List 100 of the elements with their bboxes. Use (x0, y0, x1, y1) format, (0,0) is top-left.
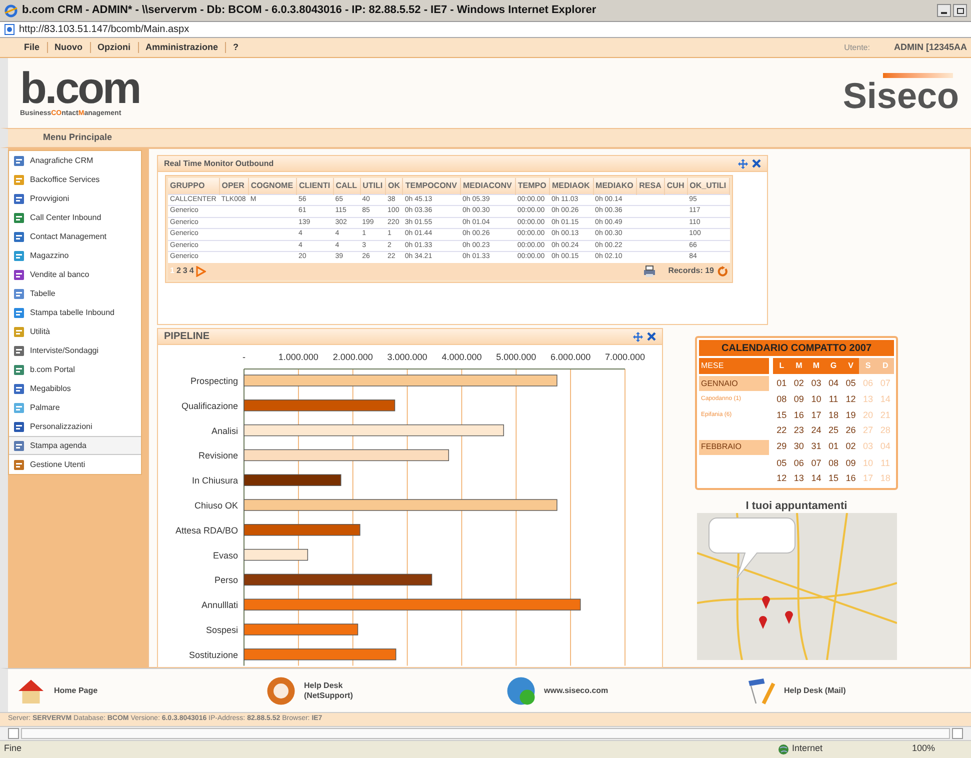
calendar-day[interactable]: 13 (790, 472, 808, 486)
column-header[interactable]: RESA (636, 178, 664, 194)
calendar-day[interactable]: 07 (808, 456, 825, 470)
calendar-day[interactable]: 30 (790, 440, 808, 454)
move-icon[interactable] (633, 332, 643, 342)
sidebar-item[interactable]: b.com Portal (9, 360, 141, 379)
page-link[interactable]: 2 (176, 265, 181, 277)
column-header[interactable]: OK (386, 178, 403, 194)
page-link[interactable]: 3 (182, 265, 188, 277)
app-icon (13, 326, 25, 338)
close-icon[interactable] (752, 159, 761, 168)
column-header[interactable]: COGNOME (248, 178, 296, 194)
sidebar-item[interactable]: Call Center Inbound (9, 208, 141, 227)
column-header[interactable]: GRUPPO (168, 178, 220, 194)
calendar-day[interactable]: 19 (842, 408, 860, 422)
calendar-day[interactable]: 29 (773, 440, 790, 454)
calendar-day[interactable]: 04 (824, 376, 842, 390)
calendar-day[interactable]: 25 (824, 424, 842, 438)
category-label: Sospesi (206, 625, 238, 635)
sidebar-item[interactable]: Gestione Utenti (9, 455, 141, 474)
move-icon[interactable] (738, 158, 748, 168)
calendar-day[interactable]: 15 (824, 472, 842, 486)
footer-link[interactable]: Help Desk (Mail) (746, 676, 963, 706)
sidebar-item[interactable]: Personalizzazioni (9, 417, 141, 436)
menu-item[interactable]: File (24, 40, 40, 54)
calendar-day[interactable]: 05 (773, 456, 790, 470)
weekday-header: G (824, 358, 842, 374)
column-header[interactable]: UTILI (360, 178, 386, 194)
panel-title: Real Time Monitor Outbound (164, 158, 274, 170)
sidebar-item[interactable]: Magazzino (9, 246, 141, 265)
calendar-day[interactable]: 17 (808, 408, 825, 422)
calendar-day[interactable]: 09 (842, 456, 860, 470)
calendar-day[interactable]: 24 (808, 424, 825, 438)
column-header[interactable]: CUH (664, 178, 688, 194)
category-label: Evaso (212, 550, 238, 560)
sidebar-item[interactable]: Megabiblos (9, 379, 141, 398)
column-header[interactable]: OPER (219, 178, 248, 194)
calendar-day[interactable]: 09 (790, 393, 808, 406)
calendar-day[interactable]: 26 (842, 424, 860, 438)
calendar-day[interactable]: 12 (773, 472, 790, 486)
column-header[interactable]: CALL (333, 178, 360, 194)
zoom-button[interactable]: 100% (912, 742, 967, 756)
close-icon[interactable] (647, 332, 656, 341)
refresh-icon[interactable] (717, 266, 728, 276)
column-header[interactable]: MEDIAOK (549, 178, 594, 194)
calendar-day[interactable]: 02 (790, 376, 808, 390)
calendar-day[interactable]: 15 (773, 408, 790, 422)
sidebar-item[interactable]: Backoffice Services (9, 170, 141, 189)
calendar-day[interactable]: 12 (842, 393, 860, 406)
appointments-title: I tuoi appuntamenti (744, 499, 848, 514)
sidebar-item[interactable]: Stampa agenda (9, 436, 141, 455)
calendar-day[interactable]: 08 (824, 456, 842, 470)
menu-item[interactable]: ? (233, 40, 239, 54)
minimize-button[interactable] (937, 4, 951, 17)
calendar-day[interactable]: 02 (842, 440, 860, 454)
menu-item[interactable]: Opzioni (98, 40, 131, 54)
page-link[interactable]: 4 (189, 265, 194, 277)
calendar-day[interactable]: 18 (824, 408, 842, 422)
calendar-day[interactable]: 23 (790, 424, 808, 438)
sidebar-item[interactable]: Tabelle (9, 284, 141, 303)
sidebar-item[interactable]: Provvigioni (9, 189, 141, 208)
calendar-day[interactable]: 06 (790, 456, 808, 470)
calendar-day[interactable]: 14 (808, 472, 825, 486)
column-header[interactable]: TEMPOCONV (402, 178, 460, 194)
calendar-day[interactable]: 01 (773, 376, 790, 390)
address-field[interactable]: http://83.103.51.147/bcomb/Main.aspx (19, 22, 190, 37)
app-icon (13, 250, 25, 262)
column-header[interactable]: MEDIACONV (460, 178, 516, 194)
calendar-day[interactable]: 16 (790, 408, 808, 422)
menu-item[interactable]: Nuovo (54, 40, 83, 54)
app-icon (13, 420, 25, 432)
footer-link[interactable]: Help Desk (NetSupport) (266, 676, 506, 706)
sidebar-item[interactable]: Utilità (9, 322, 141, 341)
calendar-day[interactable]: 03 (808, 376, 825, 390)
footer-link[interactable]: www.siseco.com (506, 676, 746, 706)
printer-icon[interactable] (643, 265, 656, 277)
column-header[interactable]: TEMPO (515, 178, 550, 194)
restore-button[interactable] (953, 4, 967, 17)
footer-link[interactable]: Home Page (16, 676, 266, 706)
app-icon (13, 440, 25, 452)
sidebar-item[interactable]: Anagrafiche CRM (9, 151, 141, 170)
horizontal-scrollbar[interactable] (0, 726, 971, 741)
column-header[interactable]: OK_UTILI (687, 178, 730, 194)
column-header[interactable]: MEDIAKO (593, 178, 637, 194)
sidebar-item[interactable]: Vendite al banco (9, 265, 141, 284)
calendar-day[interactable]: 05 (842, 376, 860, 390)
calendar-day[interactable]: 16 (842, 472, 860, 486)
calendar-day[interactable]: 22 (773, 424, 790, 438)
globe-icon (778, 744, 789, 754)
calendar-day[interactable]: 11 (824, 393, 842, 406)
calendar-day[interactable]: 08 (773, 393, 790, 406)
column-header[interactable]: CLIENTI (296, 178, 334, 194)
sidebar-item[interactable]: Contact Management (9, 227, 141, 246)
menu-item[interactable]: Amministrazione (146, 40, 218, 54)
calendar-day[interactable]: 10 (808, 393, 825, 406)
sidebar-item[interactable]: Stampa tabelle Inbound (9, 303, 141, 322)
calendar-day[interactable]: 31 (808, 440, 825, 454)
sidebar-item[interactable]: Interviste/Sondaggi (9, 341, 141, 360)
sidebar-item[interactable]: Palmare (9, 398, 141, 417)
calendar-day[interactable]: 01 (824, 440, 842, 454)
